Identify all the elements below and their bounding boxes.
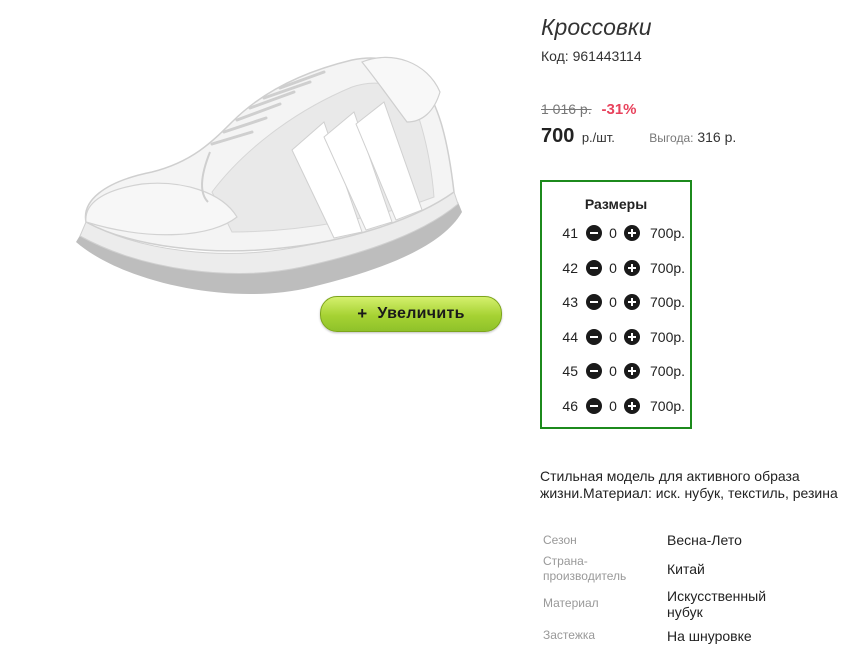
plus-circle-icon[interactable] — [624, 363, 640, 380]
attribute-label: Сезон — [543, 533, 577, 547]
quantity-value: 0 — [609, 363, 617, 380]
quantity-value: 0 — [609, 398, 617, 414]
quantity-value: 0 — [609, 294, 617, 311]
attribute-value: На шнуровке — [667, 628, 752, 644]
size-row-46: 46 0 700р. — [542, 395, 685, 417]
savings: Выгода: 316 р. — [649, 129, 736, 145]
quantity-value: 0 — [609, 225, 617, 241]
size-row-45: 45 0 700р. — [542, 360, 685, 382]
quantity-value: 0 — [609, 328, 617, 345]
size-label: 41 — [562, 225, 578, 241]
plus-circle-icon[interactable] — [624, 398, 640, 414]
savings-value: 316 р. — [697, 129, 737, 145]
product-description: Стильная модель для активного образа жиз… — [540, 468, 838, 501]
product-image-area: + Увеличить — [0, 0, 520, 380]
sizes-box: Размеры 41 0 700р. 42 0 700р. 43 0 700р. 44 0 700р.… — [540, 180, 692, 429]
minus-circle-icon[interactable] — [586, 363, 602, 380]
savings-label: Выгода: — [649, 131, 694, 145]
plus-circle-icon[interactable] — [624, 225, 640, 241]
attribute-value: Искусственный нубук — [667, 588, 767, 620]
attribute-value: Китай — [667, 561, 705, 577]
minus-circle-icon[interactable] — [586, 294, 602, 311]
size-price: 700р. — [650, 363, 686, 380]
minus-circle-icon[interactable] — [586, 259, 602, 276]
size-row-43: 43 0 700р. — [542, 291, 685, 313]
size-label: 45 — [562, 363, 578, 380]
size-price: 700р. — [650, 398, 686, 414]
minus-circle-icon[interactable] — [586, 328, 602, 345]
product-code-label: Код: — [541, 48, 569, 64]
product-code: Код: 961443114 — [541, 48, 642, 64]
size-row-41: 41 0 700р. — [542, 222, 685, 244]
size-price: 700р. — [650, 294, 686, 311]
current-price: 700 — [541, 125, 575, 147]
minus-circle-icon[interactable] — [586, 225, 602, 241]
product-image[interactable] — [62, 42, 472, 317]
size-price: 700р. — [650, 259, 686, 276]
attribute-value: Весна-Лето — [667, 532, 742, 548]
zoom-button[interactable]: + Увеличить — [320, 296, 502, 332]
old-price: 1 016 р. — [541, 101, 592, 117]
old-price-row: 1 016 р. -31% — [541, 101, 637, 118]
attribute-label: Застежка — [543, 628, 596, 642]
attribute-row-material: Материал Искусственный нубук — [543, 588, 777, 620]
size-price: 700р. — [650, 225, 686, 241]
plus-circle-icon[interactable] — [624, 294, 640, 311]
plus-circle-icon[interactable] — [624, 259, 640, 276]
product-title: Кроссовки — [541, 14, 652, 40]
quantity-value: 0 — [609, 259, 617, 276]
price-unit: р./шт. — [581, 130, 615, 145]
price-row: 700 р./шт. Выгода: 316 р. — [541, 125, 736, 148]
attribute-label: Страна-производитель — [543, 554, 627, 583]
sizes-title: Размеры — [584, 196, 648, 212]
minus-circle-icon[interactable] — [586, 398, 602, 414]
size-price: 700р. — [650, 328, 686, 345]
plus-circle-icon[interactable] — [624, 328, 640, 345]
discount-badge: -31% — [601, 101, 637, 118]
plus-icon: + — [357, 304, 368, 323]
size-label: 43 — [562, 294, 578, 311]
attribute-label: Материал — [543, 596, 599, 610]
size-row-42: 42 0 700р. — [542, 257, 685, 279]
size-row-44: 44 0 700р. — [542, 326, 685, 348]
size-label: 42 — [562, 259, 578, 276]
size-label: 46 — [562, 398, 578, 414]
size-label: 44 — [562, 328, 578, 345]
attribute-row-season: Сезон Весна-Лето — [543, 532, 807, 548]
attribute-row-fastener: Застежка На шнуровке — [543, 628, 807, 644]
zoom-button-label: Увеличить — [377, 305, 465, 322]
attribute-row-country: Страна-производитель Китай — [543, 554, 807, 584]
product-code-value: 961443114 — [572, 48, 642, 64]
